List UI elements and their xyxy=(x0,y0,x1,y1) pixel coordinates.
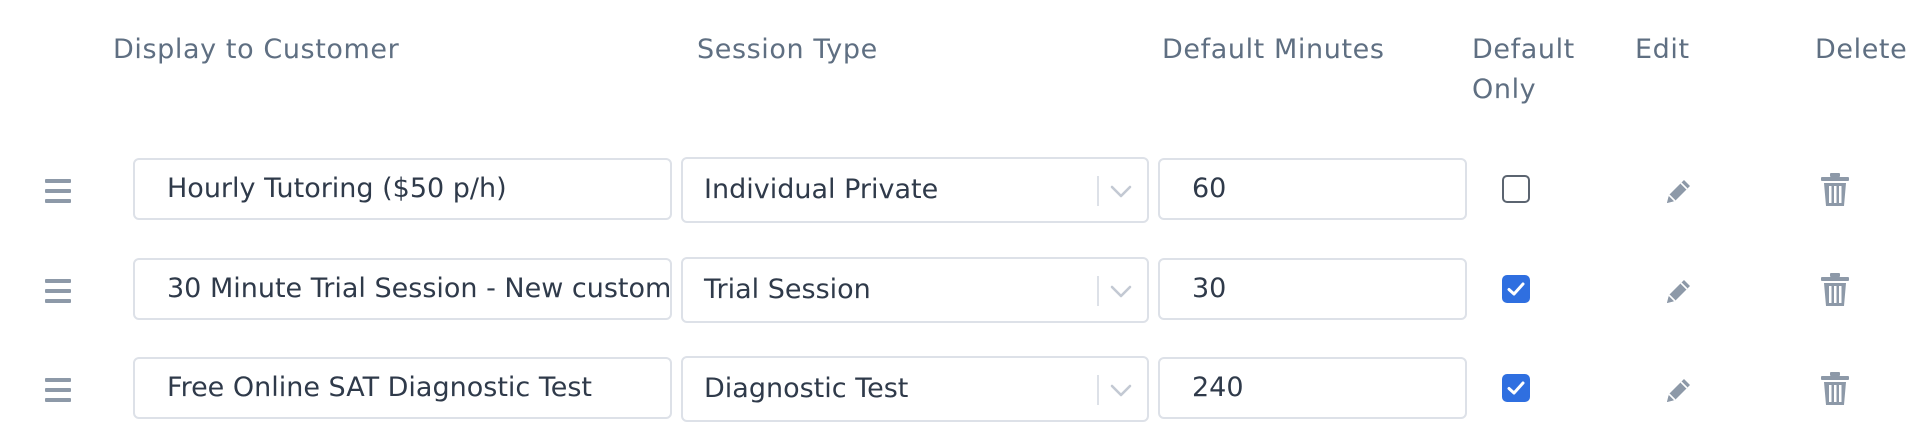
session-type-value: Diagnostic Test xyxy=(704,373,909,404)
drag-handle-icon[interactable] xyxy=(45,279,71,303)
pencil-icon[interactable] xyxy=(1662,274,1696,308)
trash-icon[interactable] xyxy=(1820,371,1850,407)
checkmark-icon xyxy=(1507,381,1525,395)
session-row: 30 Minute Trial Session - New custome Tr… xyxy=(0,257,1916,324)
chevron-down-icon[interactable] xyxy=(1107,277,1135,305)
pencil-icon[interactable] xyxy=(1662,174,1696,208)
chevron-down-icon[interactable] xyxy=(1107,376,1135,404)
header-edit: Edit xyxy=(1635,34,1690,65)
session-type-value: Individual Private xyxy=(704,174,939,205)
select-separator xyxy=(1097,375,1099,405)
default-minutes-input[interactable]: 240 xyxy=(1158,357,1467,419)
header-session-type: Session Type xyxy=(697,34,878,65)
session-type-select[interactable]: Trial Session xyxy=(681,257,1149,323)
display-name-input[interactable]: Free Online SAT Diagnostic Test xyxy=(133,357,672,419)
display-name-input[interactable]: 30 Minute Trial Session - New custome xyxy=(133,258,672,320)
default-only-checkbox[interactable] xyxy=(1502,275,1530,303)
header-default-only-line1: Default xyxy=(1472,34,1575,65)
select-separator xyxy=(1097,176,1099,206)
chevron-down-icon[interactable] xyxy=(1107,177,1135,205)
session-row: Hourly Tutoring ($50 p/h) Individual Pri… xyxy=(0,157,1916,224)
header-display-to-customer: Display to Customer xyxy=(113,34,400,65)
select-separator xyxy=(1097,276,1099,306)
trash-icon[interactable] xyxy=(1820,272,1850,308)
default-minutes-input[interactable]: 60 xyxy=(1158,158,1467,220)
checkmark-icon xyxy=(1507,282,1525,296)
drag-handle-icon[interactable] xyxy=(45,179,71,203)
session-type-select[interactable]: Individual Private xyxy=(681,157,1149,223)
display-name-input[interactable]: Hourly Tutoring ($50 p/h) xyxy=(133,158,672,220)
session-type-value: Trial Session xyxy=(704,274,871,305)
default-only-checkbox[interactable] xyxy=(1502,175,1530,203)
header-default-minutes: Default Minutes xyxy=(1162,34,1385,65)
default-only-checkbox[interactable] xyxy=(1502,374,1530,402)
trash-icon[interactable] xyxy=(1820,172,1850,208)
drag-handle-icon[interactable] xyxy=(45,378,71,402)
default-minutes-input[interactable]: 30 xyxy=(1158,258,1467,320)
session-type-select[interactable]: Diagnostic Test xyxy=(681,356,1149,422)
header-delete: Delete xyxy=(1815,34,1908,65)
header-default-only-line2: Only xyxy=(1472,74,1537,105)
pencil-icon[interactable] xyxy=(1662,373,1696,407)
session-row: Free Online SAT Diagnostic Test Diagnost… xyxy=(0,356,1916,423)
header-default-only: Default Only xyxy=(1472,30,1612,110)
